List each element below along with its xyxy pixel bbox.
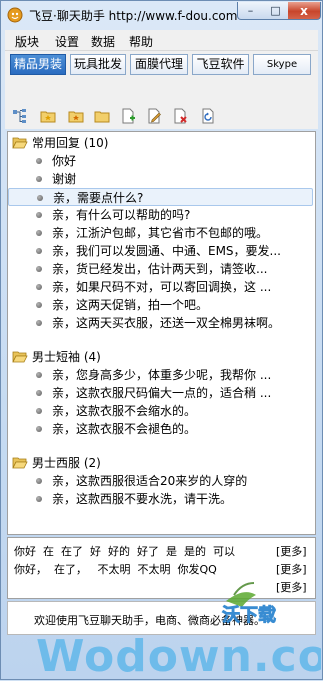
- quick-words-panel: 你好 在 在了 好 好的 好了 是 是的 可以 你好， 在了， 不太明 不太明 …: [7, 537, 316, 599]
- group-label: 男士短袖 (4): [32, 350, 101, 364]
- quick-words-line-1[interactable]: 你好 在 在了 好 好的 好了 是 是的 可以: [14, 543, 235, 559]
- reply-text: 亲，这两天买衣服，还送一双全棉男袜啊。: [52, 316, 281, 330]
- reply-text: 亲，如果尺码不对，可以寄回调换，这 ...: [52, 280, 272, 294]
- tree-view-icon[interactable]: [11, 107, 29, 125]
- reply-text: 亲，货已经发出，估计两天到，请签收...: [52, 262, 268, 276]
- folder-open-icon: [12, 351, 28, 363]
- maximize-icon: □: [270, 4, 281, 17]
- close-icon: x: [300, 3, 308, 18]
- delete-doc-icon[interactable]: [171, 107, 189, 125]
- menu-help[interactable]: 帮助: [129, 33, 153, 50]
- reply-item[interactable]: 亲，这两天促销，拍一个吧。: [8, 296, 313, 314]
- edit-doc-icon[interactable]: [145, 107, 163, 125]
- reply-item[interactable]: 亲，您身高多少，体重多少呢，我帮你 ...: [8, 366, 313, 384]
- group-label: 常用回复 (10): [32, 136, 109, 150]
- reply-text: 亲，这两天促销，拍一个吧。: [52, 298, 209, 312]
- app-window: 飞豆·聊天助手 http://www.f-dou.com – □ x 版块 设置…: [0, 0, 323, 681]
- status-bar: 欢迎使用飞豆聊天助手，电商、微商必备神器。: [7, 601, 316, 635]
- reply-item[interactable]: 亲，货已经发出，估计两天到，请签收...: [8, 260, 313, 278]
- reply-text: 谢谢: [52, 172, 77, 186]
- bullet-icon: [36, 320, 42, 326]
- more-link-2[interactable]: [更多]: [276, 561, 307, 577]
- title-bar[interactable]: 飞豆·聊天助手 http://www.f-dou.com – □ x: [1, 1, 322, 29]
- reply-item[interactable]: 亲，江浙沪包邮，其它省市不包邮的哦。: [8, 224, 313, 242]
- reply-item[interactable]: 亲，有什么可以帮助的吗?: [8, 206, 313, 224]
- reply-text: 亲，江浙沪包邮，其它省市不包邮的哦。: [52, 226, 269, 240]
- menu-block[interactable]: 版块: [15, 33, 39, 50]
- bullet-icon: [37, 195, 43, 201]
- reply-text: 亲，有什么可以帮助的吗?: [52, 208, 191, 222]
- bullet-icon: [36, 176, 42, 182]
- reply-text: 亲，我们可以发圆通、中通、EMS，要发...: [52, 244, 281, 258]
- reply-tree: 常用回复 (10) 你好 谢谢 亲，需要点什么? 亲，有什么可以帮助的吗? 亲，…: [7, 131, 316, 535]
- bullet-icon: [36, 248, 42, 254]
- reply-item[interactable]: 亲，这款衣服不会褪色的。: [8, 420, 313, 438]
- reply-text: 亲，需要点什么?: [53, 191, 144, 205]
- reply-item[interactable]: 你好: [8, 152, 313, 170]
- reply-item[interactable]: 亲，这款衣服尺码偏大一点的，适合稍 ...: [8, 384, 313, 402]
- minimize-button[interactable]: –: [237, 2, 264, 20]
- bullet-icon: [36, 284, 42, 290]
- status-text: 欢迎使用飞豆聊天助手，电商、微商必备神器。: [34, 614, 265, 627]
- reply-item[interactable]: 谢谢: [8, 170, 313, 188]
- reply-item-selected[interactable]: 亲，需要点什么?: [8, 188, 313, 206]
- folder-open-icon: [12, 457, 28, 469]
- reply-item[interactable]: 亲，我们可以发圆通、中通、EMS，要发...: [8, 242, 313, 260]
- app-logo-icon: [7, 7, 23, 23]
- menu-data[interactable]: 数据: [91, 33, 115, 50]
- close-button[interactable]: x: [288, 2, 321, 20]
- bullet-icon: [36, 212, 42, 218]
- group-mens-suits[interactable]: 男士西服 (2): [8, 454, 313, 472]
- bullet-icon: [36, 372, 42, 378]
- reply-item[interactable]: 亲，这款西服很适合20来岁的人穿的: [8, 472, 313, 490]
- quick-words-line-2[interactable]: 你好， 在了， 不太明 不太明 你发QQ: [14, 561, 217, 577]
- tab-toys-wholesale[interactable]: 玩具批发: [70, 54, 126, 75]
- tab-skype[interactable]: Skype: [253, 54, 311, 75]
- bullet-icon: [36, 158, 42, 164]
- reply-text: 亲，这款西服很适合20来岁的人穿的: [52, 474, 248, 488]
- group-label: 男士西服 (2): [32, 456, 101, 470]
- new-folder-star-icon[interactable]: [39, 107, 57, 125]
- bullet-icon: [36, 302, 42, 308]
- folder-star-icon[interactable]: [67, 107, 85, 125]
- group-mens-short-sleeve[interactable]: 男士短袖 (4): [8, 348, 313, 366]
- tab-menswear[interactable]: 精品男装: [10, 54, 66, 75]
- reply-text: 亲，这款衣服尺码偏大一点的，适合稍 ...: [52, 386, 272, 400]
- watermark-main: Wodown.com: [36, 631, 321, 681]
- tab-feidou-software[interactable]: 飞豆软件: [192, 54, 249, 75]
- reply-item[interactable]: 亲，这款衣服不会缩水的。: [8, 402, 313, 420]
- bullet-icon: [36, 426, 42, 432]
- tab-mask-agent[interactable]: 面膜代理: [130, 54, 188, 75]
- minimize-icon: –: [247, 4, 254, 17]
- reply-text: 你好: [52, 154, 77, 168]
- reply-text: 亲，这款衣服不会缩水的。: [52, 404, 197, 418]
- group-common-replies[interactable]: 常用回复 (10): [8, 134, 313, 152]
- menu-bar: 版块 设置 数据 帮助: [5, 30, 318, 51]
- refresh-doc-icon[interactable]: [199, 107, 217, 125]
- maximize-button[interactable]: □: [263, 2, 289, 20]
- add-doc-icon[interactable]: [119, 107, 137, 125]
- folder-icon[interactable]: [93, 107, 111, 125]
- reply-item[interactable]: 亲，如果尺码不对，可以寄回调换，这 ...: [8, 278, 313, 296]
- bullet-icon: [36, 230, 42, 236]
- reply-text: 亲，您身高多少，体重多少呢，我帮你 ...: [52, 368, 272, 382]
- reply-text: 亲，这款衣服不会褪色的。: [52, 422, 197, 436]
- bullet-icon: [36, 496, 42, 502]
- reply-item[interactable]: 亲，这款西服不要水洗，请干洗。: [8, 490, 313, 508]
- window-title: 飞豆·聊天助手 http://www.f-dou.com: [29, 9, 238, 23]
- category-tab-bar: 精品男装 玩具批发 面膜代理 飞豆软件 Skype: [5, 51, 318, 79]
- bullet-icon: [36, 390, 42, 396]
- more-link-3[interactable]: [更多]: [276, 579, 307, 595]
- reply-item[interactable]: 亲，这两天买衣服，还送一双全棉男袜啊。: [8, 314, 313, 332]
- toolbar: [5, 79, 318, 129]
- bullet-icon: [36, 266, 42, 272]
- more-link-1[interactable]: [更多]: [276, 543, 307, 559]
- reply-text: 亲，这款西服不要水洗，请干洗。: [52, 492, 233, 506]
- menu-settings[interactable]: 设置: [55, 33, 79, 50]
- bullet-icon: [36, 408, 42, 414]
- bullet-icon: [36, 478, 42, 484]
- folder-open-icon: [12, 137, 28, 149]
